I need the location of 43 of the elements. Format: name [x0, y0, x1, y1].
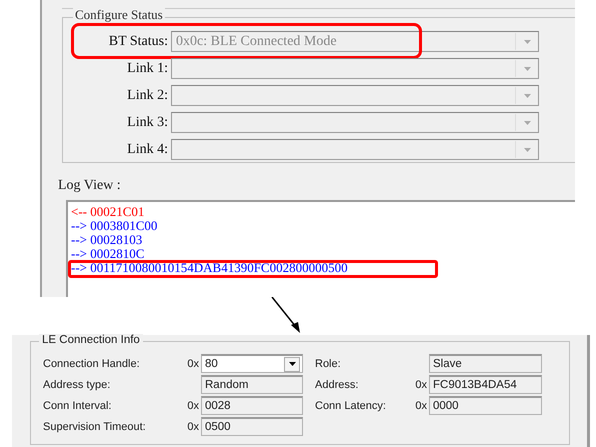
- status-label: Link 4:: [126, 142, 169, 158]
- group-title: Configure Status: [73, 8, 165, 22]
- status-label: BT Status:: [108, 34, 169, 50]
- caret-icon: [524, 94, 530, 98]
- log-view-label: Log View :: [58, 178, 121, 193]
- group-title: LE Connection Info: [39, 334, 143, 346]
- handle-dropdown[interactable]: 80: [201, 354, 303, 373]
- hex-prefix: 0x: [414, 378, 428, 390]
- hex-prefix: 0x: [186, 400, 200, 412]
- status-dropdown[interactable]: [171, 112, 539, 133]
- caret-icon: [524, 148, 530, 152]
- status-dropdown[interactable]: [171, 85, 539, 106]
- value-field: Random: [201, 375, 303, 394]
- status-dropdown[interactable]: [171, 58, 539, 79]
- field-label: Supervision Timeout:: [43, 420, 147, 432]
- status-label: Link 3:: [126, 114, 169, 130]
- hex-prefix: 0x: [186, 420, 200, 432]
- field-label: Role:: [314, 358, 342, 370]
- hex-prefix: 0x: [186, 358, 200, 370]
- value-field: Slave: [429, 354, 542, 373]
- field-label: Conn Interval:: [43, 400, 112, 412]
- field-label: Address:: [314, 378, 360, 390]
- value-field: 0028: [201, 396, 303, 415]
- status-label: Link 2:: [126, 88, 169, 104]
- caret-icon: [524, 120, 530, 124]
- field-label: Address type:: [43, 378, 112, 390]
- field-label: Connection Handle:: [43, 358, 141, 370]
- log-line: --> 0003801C00: [71, 219, 158, 233]
- caret-icon: [288, 362, 296, 366]
- caret-icon: [524, 66, 530, 70]
- arrow: [271, 297, 300, 333]
- value-field: FC9013B4DA54: [429, 375, 542, 394]
- hex-prefix: 0x: [414, 400, 428, 412]
- log-line: --> 0011710080010154DAB41390FC002800000500: [71, 261, 348, 275]
- status-label: Link 1:: [126, 60, 169, 76]
- log-line: --> 00028103: [71, 233, 142, 247]
- status-dropdown[interactable]: [171, 139, 539, 160]
- value-field: 0500: [201, 417, 303, 436]
- value-field: 0000: [429, 396, 542, 415]
- log-line: --> 0002810C: [71, 247, 144, 261]
- caret-icon: [524, 40, 530, 44]
- field-label: Conn Latency:: [314, 400, 387, 412]
- log-line: <-- 00021C01: [71, 205, 144, 219]
